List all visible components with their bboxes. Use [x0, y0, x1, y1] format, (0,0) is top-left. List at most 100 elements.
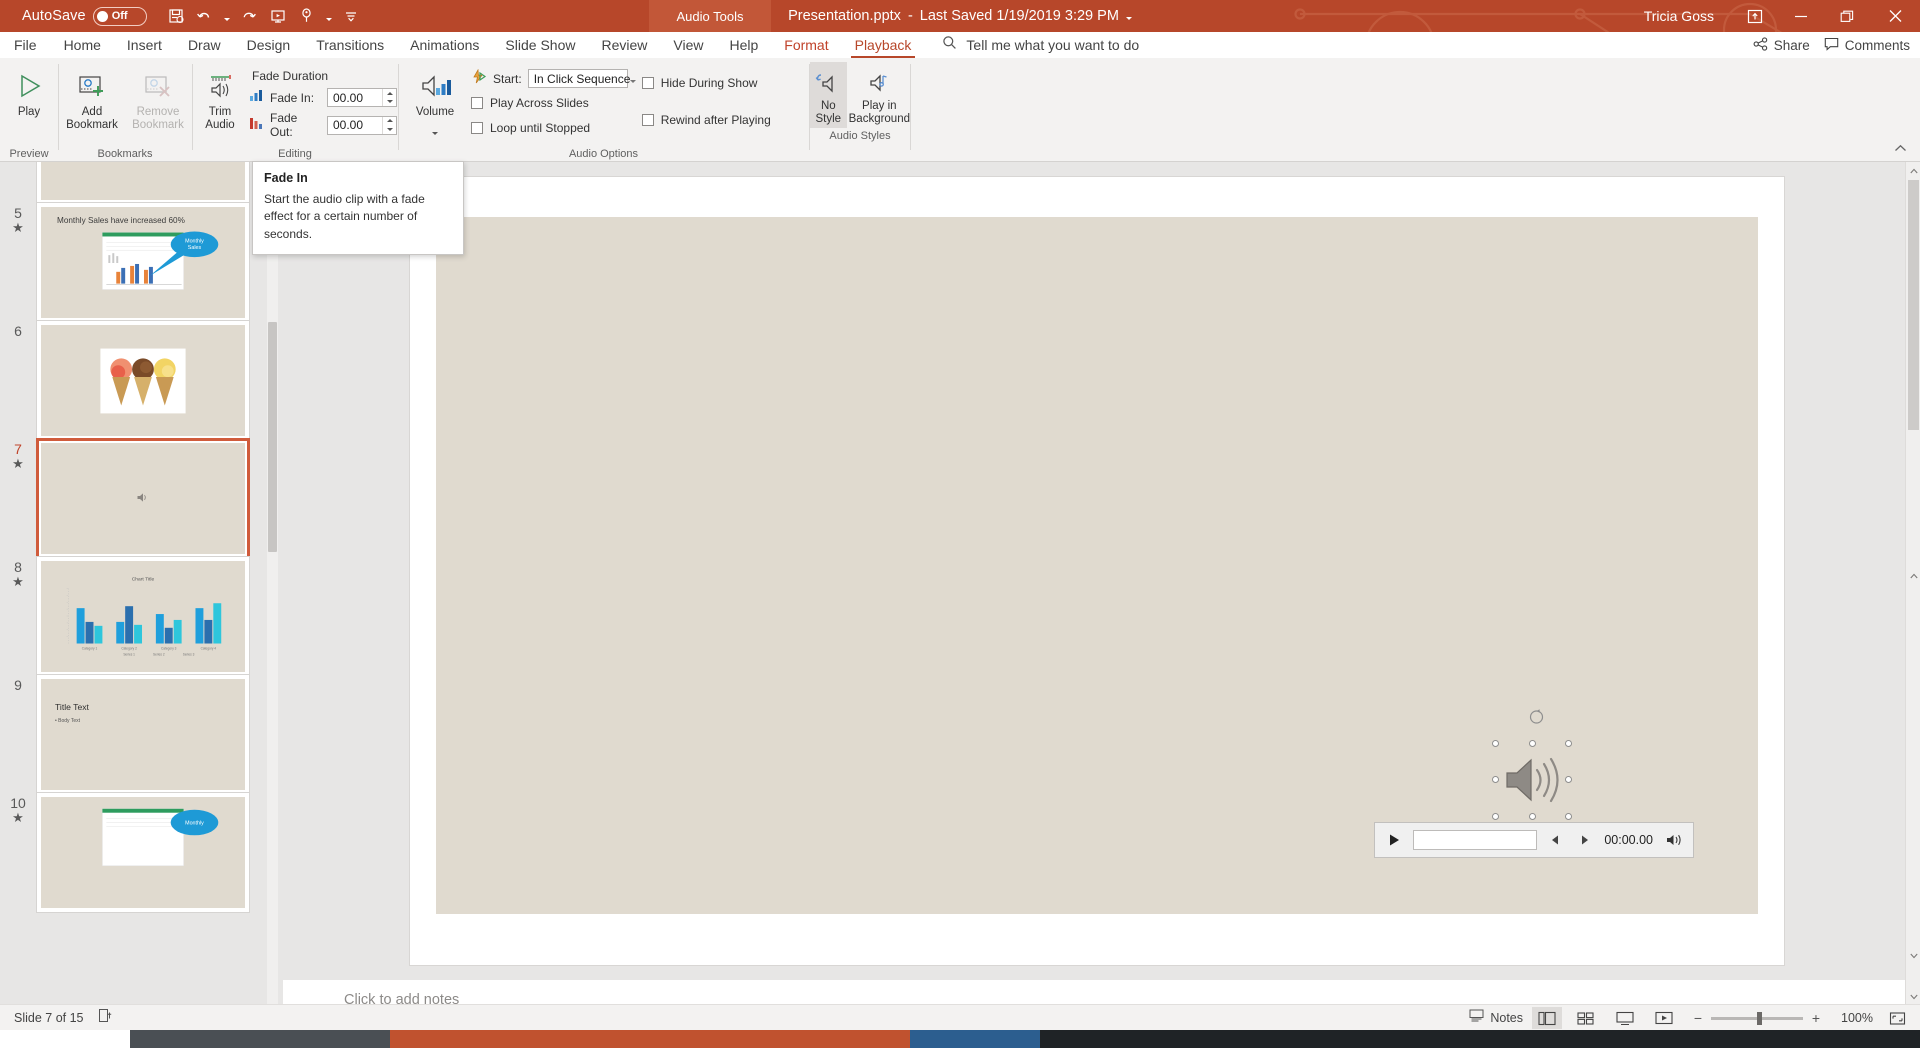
scroll-page-down-arrow[interactable]	[1906, 947, 1920, 964]
slide-vertical-scrollbar[interactable]	[1905, 162, 1920, 1007]
zoom-slider[interactable]: − +	[1692, 1010, 1822, 1026]
thumbnail-slide-6[interactable]: 6	[0, 320, 278, 441]
thumbnail-slide-9[interactable]: 9 Title Text • Body Text	[0, 674, 278, 795]
thumbnail-scrollbar[interactable]	[267, 162, 278, 1022]
scroll-up-arrow[interactable]	[1906, 162, 1920, 179]
undo-dropdown-icon[interactable]	[221, 5, 233, 27]
step-forward-icon[interactable]	[1573, 829, 1595, 851]
start-slideshow-icon[interactable]	[265, 4, 291, 28]
volume-dropdown-icon[interactable]	[432, 122, 438, 140]
checkbox-rewind-after-playing[interactable]: Rewind after Playing	[641, 110, 771, 129]
thumbnail-scroll-thumb[interactable]	[268, 322, 277, 552]
tab-file[interactable]: File	[0, 32, 51, 58]
thumbnail-frame[interactable]: Title Text • Body Text	[36, 674, 250, 795]
slide-thumbnails-pane[interactable]: 4 5 ★	[0, 162, 283, 1022]
tell-me-search[interactable]: Tell me what you want to do	[942, 35, 1139, 55]
thumbnail-frame[interactable]	[36, 320, 250, 441]
fade-in-spin-up[interactable]	[383, 89, 396, 98]
thumbnail-slide-4[interactable]: 4	[0, 162, 278, 205]
autosave-toggle[interactable]: Off	[92, 6, 147, 26]
accessibility-icon[interactable]	[98, 1008, 113, 1028]
taskbar-segment-1[interactable]	[0, 1030, 130, 1048]
tab-animations[interactable]: Animations	[397, 32, 492, 58]
tab-transitions[interactable]: Transitions	[303, 32, 397, 58]
checkbox-hide-during-show[interactable]: Hide During Show	[641, 73, 771, 92]
tab-insert[interactable]: Insert	[114, 32, 175, 58]
zoom-out-button[interactable]: −	[1692, 1010, 1704, 1026]
selection-handle-n[interactable]	[1529, 740, 1536, 747]
loop-until-stopped-checkbox[interactable]	[471, 121, 483, 134]
notes-button[interactable]: Notes	[1469, 1009, 1523, 1027]
play-across-slides-checkbox[interactable]	[471, 96, 483, 109]
fade-out-spin-down[interactable]	[383, 125, 396, 134]
zoom-percent[interactable]: 100%	[1835, 1011, 1873, 1025]
slide-canvas[interactable]: 00:00.00	[436, 217, 1758, 914]
selection-handle-se[interactable]	[1565, 813, 1572, 820]
selection-handle-ne[interactable]	[1565, 740, 1572, 747]
scroll-page-up-arrow[interactable]	[1906, 567, 1920, 584]
touch-mouse-mode-icon[interactable]	[294, 4, 320, 28]
minimize-icon[interactable]	[1778, 0, 1824, 32]
close-icon[interactable]	[1870, 0, 1920, 32]
slide-sorter-icon[interactable]	[1571, 1007, 1601, 1029]
no-style-button[interactable]: No Style	[810, 62, 847, 128]
zoom-in-button[interactable]: +	[1810, 1010, 1822, 1026]
tab-slide-show[interactable]: Slide Show	[492, 32, 588, 58]
checkbox-play-across-slides[interactable]: Play Across Slides	[471, 93, 628, 112]
thumbnail-slide-8[interactable]: 8 ★ Chart Title Category 1 Category 2 Ca…	[0, 556, 278, 677]
fade-out-spin-up[interactable]	[383, 117, 396, 126]
thumbnail-frame[interactable]	[36, 162, 250, 205]
taskbar-segment-active-powerpoint[interactable]	[390, 1030, 910, 1048]
thumbnail-frame[interactable]: Chart Title Category 1 Category 2 Catego…	[36, 556, 250, 677]
reading-view-icon[interactable]	[1610, 1007, 1640, 1029]
selection-handle-w[interactable]	[1492, 776, 1499, 783]
slide-show-icon[interactable]	[1649, 1007, 1679, 1029]
redo-icon[interactable]	[236, 4, 262, 28]
customize-quick-access-toolbar-icon[interactable]	[338, 4, 364, 28]
thumbnail-slide-10[interactable]: 10 ★ Monthly	[0, 792, 278, 913]
share-button[interactable]: Share	[1753, 36, 1810, 54]
undo-icon[interactable]	[192, 4, 218, 28]
step-back-icon[interactable]	[1544, 829, 1566, 851]
selection-handle-s[interactable]	[1529, 813, 1536, 820]
taskbar-segment-3[interactable]	[910, 1030, 1040, 1048]
volume-speaker-icon[interactable]	[1662, 829, 1686, 851]
fade-in-spin-down[interactable]	[383, 98, 396, 107]
notes-splitter[interactable]	[283, 976, 1905, 979]
rotate-handle-icon[interactable]	[1528, 708, 1545, 725]
tab-playback[interactable]: Playback	[842, 32, 925, 58]
taskbar-segment-2[interactable]	[130, 1030, 390, 1048]
zoom-knob[interactable]	[1757, 1011, 1762, 1025]
tab-home[interactable]: Home	[51, 32, 114, 58]
start-dropdown[interactable]: In Click Sequence	[527, 69, 637, 88]
slide-counter[interactable]: Slide 7 of 15	[14, 1011, 84, 1025]
tab-help[interactable]: Help	[716, 32, 771, 58]
thumbnail-slide-7[interactable]: 7 ★	[0, 438, 278, 559]
tab-design[interactable]: Design	[234, 32, 304, 58]
title-dropdown-icon[interactable]	[1125, 8, 1132, 24]
selection-handle-e[interactable]	[1565, 776, 1572, 783]
tab-view[interactable]: View	[660, 32, 716, 58]
fade-out-value[interactable]: 00.00	[328, 117, 382, 134]
restore-icon[interactable]	[1824, 0, 1870, 32]
play-in-background-button[interactable]: Play in Background	[849, 62, 910, 128]
autosave-control[interactable]: AutoSave Off	[22, 6, 147, 26]
scroll-down-arrow[interactable]	[1906, 988, 1920, 1005]
rewind-after-playing-checkbox[interactable]	[641, 113, 654, 126]
hide-during-show-checkbox[interactable]	[641, 76, 654, 89]
selection-handle-nw[interactable]	[1492, 740, 1499, 747]
media-playback-bar[interactable]: 00:00.00	[1374, 822, 1694, 858]
fade-in-value[interactable]: 00.00	[328, 89, 382, 106]
fade-in-spinner[interactable]: 00.00	[327, 88, 397, 107]
thumbnail-frame-selected[interactable]	[36, 438, 250, 559]
tab-draw[interactable]: Draw	[175, 32, 234, 58]
fade-in-spin-buttons[interactable]	[382, 89, 396, 106]
checkbox-loop-until-stopped[interactable]: Loop until Stopped	[471, 118, 628, 137]
audio-object[interactable]	[1492, 709, 1572, 820]
collapse-ribbon-icon[interactable]	[1892, 141, 1908, 157]
volume-button[interactable]: Volume	[407, 63, 463, 140]
ribbon-display-options-icon[interactable]	[1732, 0, 1778, 32]
comments-button[interactable]: Comments	[1824, 37, 1910, 54]
thumbnail-slide-5[interactable]: 5 ★ Monthly Sales have increased 60% Mon…	[0, 202, 278, 323]
save-icon[interactable]	[163, 4, 189, 28]
